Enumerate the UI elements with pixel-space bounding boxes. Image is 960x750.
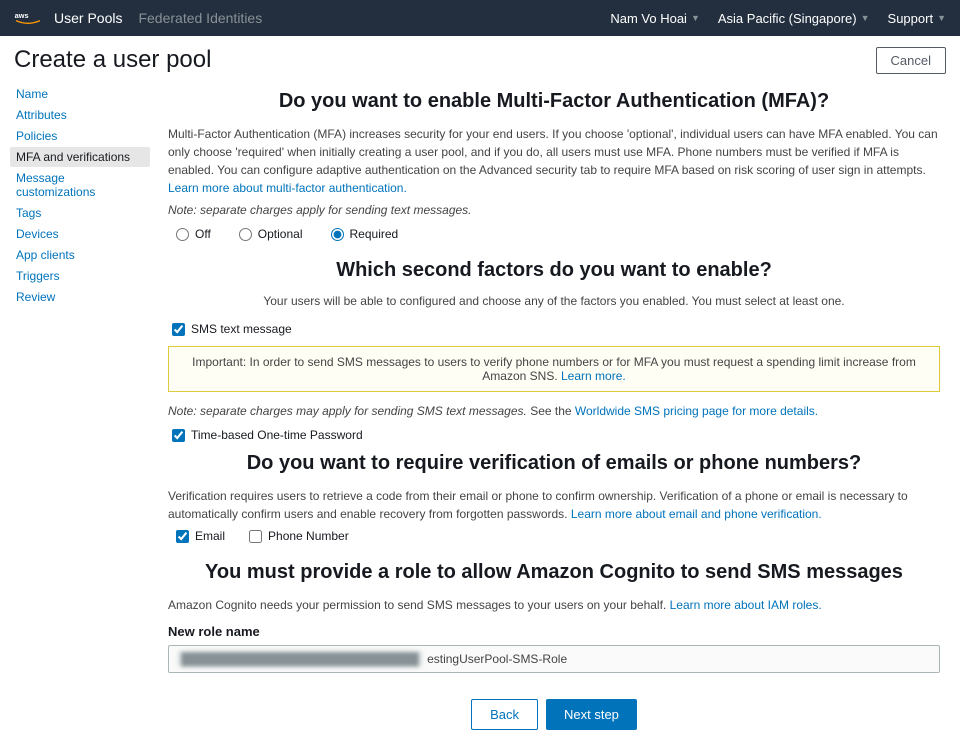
sms-pricing-note: Note: separate charges may apply for sen… bbox=[168, 404, 940, 418]
verify-heading: Do you want to require verification of e… bbox=[168, 452, 940, 475]
aws-logo[interactable]: aws bbox=[14, 10, 42, 26]
nav-federated[interactable]: Federated Identities bbox=[138, 10, 262, 26]
sidebar-item-devices[interactable]: Devices bbox=[10, 224, 150, 244]
factors-sub: Your users will be able to configured an… bbox=[168, 294, 940, 308]
wizard-sidebar: NameAttributesPoliciesMFA and verificati… bbox=[10, 84, 158, 730]
back-button[interactable]: Back bbox=[471, 699, 538, 730]
page-header: Create a user pool Cancel bbox=[0, 36, 960, 84]
mfa-off-radio[interactable]: Off bbox=[176, 227, 211, 241]
role-heading: You must provide a role to allow Amazon … bbox=[168, 561, 940, 584]
mfa-heading: Do you want to enable Multi-Factor Authe… bbox=[168, 90, 940, 113]
role-name-label: New role name bbox=[168, 624, 940, 639]
mfa-required-radio[interactable]: Required bbox=[331, 227, 399, 241]
sidebar-item-policies[interactable]: Policies bbox=[10, 126, 150, 146]
svg-text:aws: aws bbox=[15, 11, 29, 20]
nav-user-pools[interactable]: User Pools bbox=[54, 10, 122, 26]
iam-learn-link[interactable]: Learn more about IAM roles. bbox=[670, 598, 822, 612]
mfa-learn-link[interactable]: Learn more about multi-factor authentica… bbox=[168, 181, 407, 195]
role-description: Amazon Cognito needs your permission to … bbox=[168, 596, 940, 614]
support-menu[interactable]: Support▼ bbox=[888, 11, 946, 26]
next-step-button[interactable]: Next step bbox=[546, 699, 637, 730]
account-menu[interactable]: Nam Vo Hoai▼ bbox=[610, 11, 700, 26]
sidebar-item-name[interactable]: Name bbox=[10, 84, 150, 104]
region-menu[interactable]: Asia Pacific (Singapore)▼ bbox=[718, 11, 870, 26]
sidebar-item-review[interactable]: Review bbox=[10, 287, 150, 307]
sidebar-item-mfa-and-verifications[interactable]: MFA and verifications bbox=[10, 147, 150, 167]
top-header: aws User Pools Federated Identities Nam … bbox=[0, 0, 960, 36]
sms-checkbox[interactable]: SMS text message bbox=[168, 322, 940, 336]
sidebar-item-message-customizations[interactable]: Message customizations bbox=[10, 168, 150, 202]
mfa-description: Multi-Factor Authentication (MFA) increa… bbox=[168, 125, 940, 197]
sidebar-item-triggers[interactable]: Triggers bbox=[10, 266, 150, 286]
sidebar-item-attributes[interactable]: Attributes bbox=[10, 105, 150, 125]
factors-heading: Which second factors do you want to enab… bbox=[168, 259, 940, 282]
verify-phone-checkbox[interactable]: Phone Number bbox=[249, 529, 349, 543]
sns-warning: Important: In order to send SMS messages… bbox=[168, 346, 940, 392]
sidebar-item-tags[interactable]: Tags bbox=[10, 203, 150, 223]
main-content: Do you want to enable Multi-Factor Authe… bbox=[158, 84, 950, 730]
verify-email-checkbox[interactable]: Email bbox=[176, 529, 225, 543]
page-title: Create a user pool bbox=[14, 46, 211, 74]
mfa-note: Note: separate charges apply for sending… bbox=[168, 203, 940, 217]
sms-pricing-link[interactable]: Worldwide SMS pricing page for more deta… bbox=[575, 404, 818, 418]
sidebar-item-app-clients[interactable]: App clients bbox=[10, 245, 150, 265]
totp-checkbox[interactable]: Time-based One-time Password bbox=[168, 428, 940, 442]
verify-description: Verification requires users to retrieve … bbox=[168, 487, 940, 523]
sns-learn-link[interactable]: Learn more. bbox=[561, 369, 626, 383]
role-name-input[interactable]: ████████████████████████████estingUserPo… bbox=[168, 645, 940, 673]
cancel-button[interactable]: Cancel bbox=[876, 47, 946, 74]
verify-learn-link[interactable]: Learn more about email and phone verific… bbox=[571, 507, 822, 521]
mfa-optional-radio[interactable]: Optional bbox=[239, 227, 303, 241]
